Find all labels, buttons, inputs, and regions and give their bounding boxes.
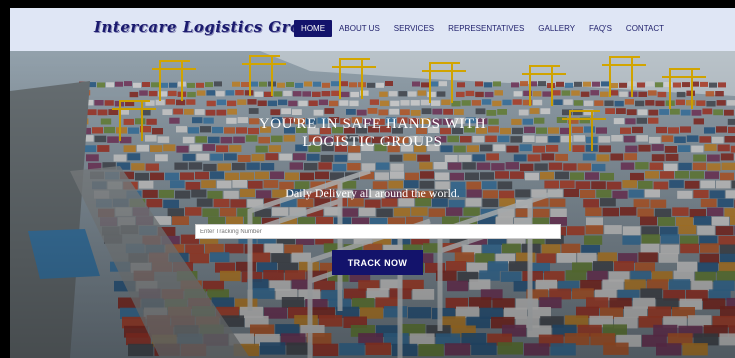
site-header: Intercare Logistics Groups HOME ABOUT US… [10, 8, 735, 51]
browser-viewport: Intercare Logistics Groups HOME ABOUT US… [10, 8, 735, 358]
hero-headline-line1: YOU'RE IN SAFE HANDS WITH [258, 116, 487, 132]
nav-home[interactable]: HOME [294, 20, 333, 37]
hero-tagline: Daily Delivery all around the world. [285, 186, 460, 200]
nav-representatives[interactable]: REPRESENTATIVES [441, 20, 531, 37]
main-nav: HOME ABOUT US SERVICES REPRESENTATIVES G… [294, 20, 671, 37]
port-background-image [10, 51, 735, 358]
nav-faqs[interactable]: FAQ'S [582, 20, 619, 37]
track-now-button[interactable]: TRACK NOW [332, 250, 423, 275]
nav-services[interactable]: SERVICES [387, 20, 441, 37]
tracking-number-input[interactable] [195, 224, 561, 239]
hero-section: YOU'RE IN SAFE HANDS WITH LOGISTIC GROUP… [10, 51, 735, 358]
nav-contact[interactable]: CONTACT [619, 20, 671, 37]
nav-gallery[interactable]: GALLERY [531, 20, 582, 37]
hero-headline-line2: LOGISTIC GROUPS [302, 134, 443, 150]
nav-about-us[interactable]: ABOUT US [332, 20, 387, 37]
